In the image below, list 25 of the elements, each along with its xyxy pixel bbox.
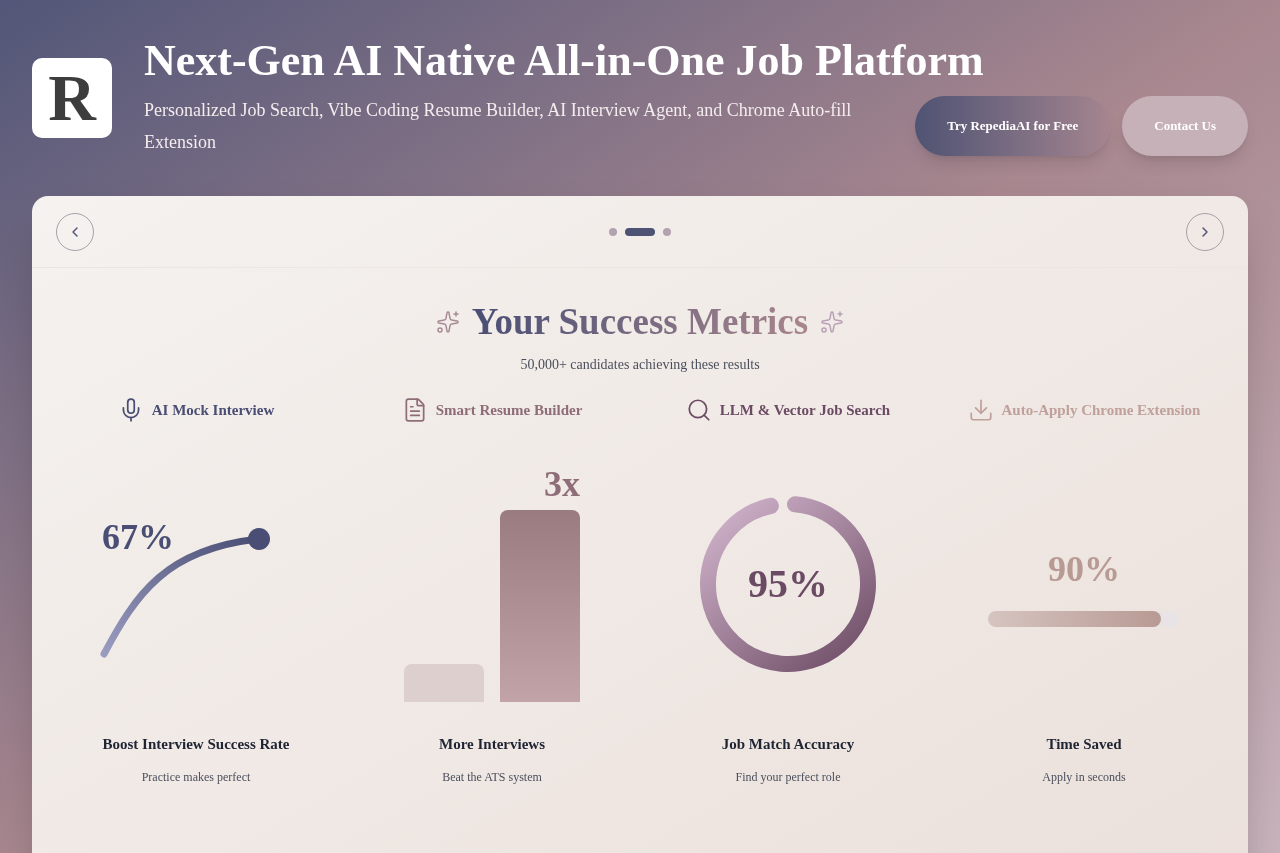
logo: R (32, 58, 112, 138)
metric-value: 90% (1048, 551, 1120, 587)
metric-caption: Beat the ATS system (442, 768, 542, 786)
metric-caption: Find your perfect role (735, 768, 841, 786)
metric-title: Job Match Accuracy (721, 735, 855, 754)
metric-value: 67% (102, 519, 174, 555)
page-subtitle: Personalized Job Search, Vibe Coding Resume Builder, AI Interview Agent, and Chrome Auto-fill Extension (144, 99, 853, 154)
section-subtitle: 50,000+ candidates achieving these results (520, 356, 760, 374)
metric-caption: Practice makes perfect (141, 768, 251, 786)
download-icon (967, 397, 994, 423)
feature-label: AI Mock Interview (151, 400, 275, 420)
feature-label: LLM & Vector Job Search (719, 400, 891, 420)
metric-value: 3x (544, 466, 580, 502)
metric-title: Boost Interview Success Rate (102, 735, 290, 754)
metric-caption: Apply in seconds (1042, 768, 1126, 786)
sparkle-icon (820, 310, 845, 334)
feature-label: Smart Resume Builder (435, 400, 583, 420)
metric-title: More Interviews (439, 735, 545, 754)
metric-value: 95% (748, 564, 828, 604)
search-icon (685, 397, 712, 423)
try-free-button[interactable]: Try RepediaAI for Free (915, 96, 1111, 156)
sparkle-icon (435, 310, 460, 334)
feature-label: Auto-Apply Chrome Extension (1001, 400, 1201, 420)
metric-title: Time Saved (1046, 735, 1122, 754)
page-title: Next-Gen AI Native All-in-One Job Platform (144, 35, 985, 87)
